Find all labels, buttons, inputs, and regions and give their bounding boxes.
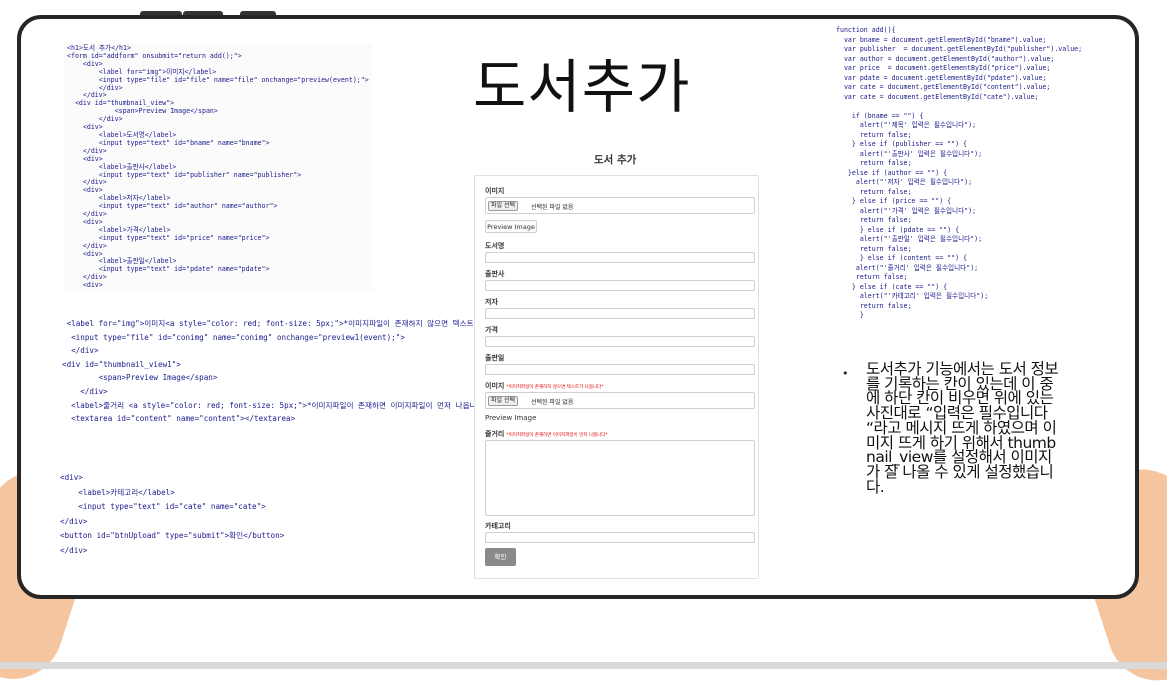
- file-input[interactable]: 파일 선택 선택된 파일 없음: [485, 197, 755, 214]
- content-label: 줄거리 *이미지파일이 존재하면 이미지파일이 먼저 나옵니다*: [485, 429, 608, 439]
- preview-image-button[interactable]: Preview Image: [485, 220, 537, 233]
- slide-description: 도서추가 기능에서는 도서 정보를 기록하는 칸이 있는데 이 중에 하단 칸이…: [866, 360, 1059, 496]
- content-note: *이미지파일이 존재하면 이미지파일이 먼저 나옵니다*: [506, 433, 608, 438]
- html-form-code: <h1>도서 추가</h1> <form id="addform" onsubm…: [64, 44, 372, 292]
- js-validation-code: function add(){ var bname = document.get…: [836, 26, 1083, 319]
- price-label: 가격: [485, 326, 498, 334]
- bname-label: 도서명: [485, 242, 505, 250]
- price-input[interactable]: [485, 336, 755, 347]
- publisher-label: 출판사: [485, 270, 505, 278]
- submit-button[interactable]: 확인: [485, 548, 516, 566]
- image2-label: 이미지 *이미지파일이 존재하지 않으면 텍스트가 나옵니다*: [485, 381, 604, 391]
- content-textarea[interactable]: [485, 440, 755, 516]
- form-heading: 도서 추가: [594, 154, 637, 166]
- bname-input[interactable]: [485, 252, 755, 263]
- cate-input[interactable]: [485, 532, 755, 543]
- file-select-button[interactable]: 파일 선택: [488, 201, 518, 211]
- file-status: 선택된 파일 없음: [531, 204, 574, 211]
- floor-strip: [0, 662, 1167, 669]
- book-add-form: 이미지 파일 선택 선택된 파일 없음 Preview Image 도서명 출판…: [474, 175, 759, 579]
- file-status-2: 선택된 파일 없음: [531, 399, 574, 406]
- bullet-marker: •: [842, 367, 849, 380]
- author-label: 저자: [485, 298, 498, 306]
- image2-note: *이미지파일이 존재하지 않으면 텍스트가 나옵니다*: [506, 385, 604, 390]
- content-label-text: 줄거리: [485, 430, 505, 438]
- preview-image-text: Preview Image: [485, 414, 537, 422]
- file-input-2[interactable]: 파일 선택 선택된 파일 없음: [485, 392, 755, 409]
- image2-label-text: 이미지: [485, 382, 505, 390]
- file-select-button-2[interactable]: 파일 선택: [488, 396, 518, 406]
- pdate-input[interactable]: [485, 364, 755, 375]
- slide-title: 도서추가: [473, 53, 691, 121]
- pdate-label: 출판일: [485, 354, 505, 362]
- publisher-input[interactable]: [485, 280, 755, 291]
- cate-label: 카테고리: [485, 522, 511, 530]
- html-category-code: <div> <label>카테고리</label> <input type="t…: [60, 473, 285, 555]
- author-input[interactable]: [485, 308, 755, 319]
- image-label: 이미지: [485, 187, 505, 195]
